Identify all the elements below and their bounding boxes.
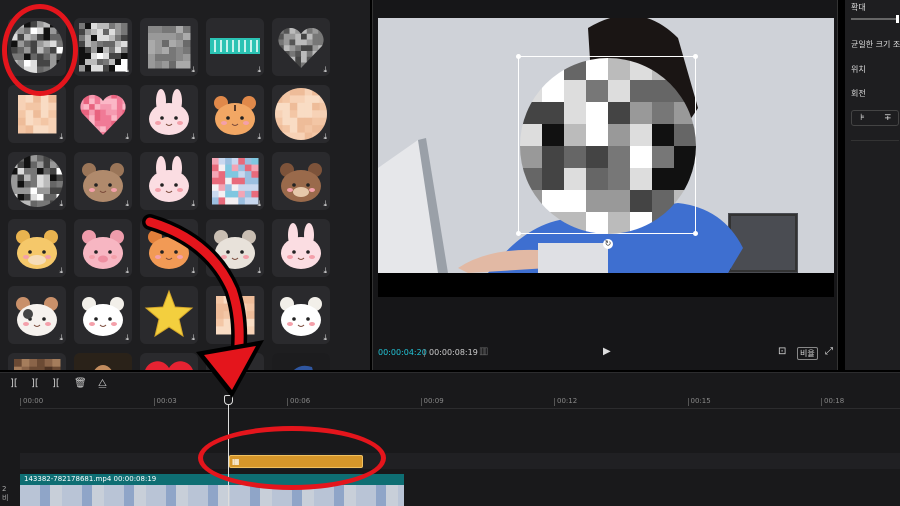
scale-slider-thumb[interactable]	[896, 15, 899, 23]
video-preview[interactable]: ↻	[378, 18, 834, 273]
annotation-circle-sticker	[2, 4, 78, 96]
player-controls: 00:00:04:20 | 00:00:08:19 ▥ ▶ ⊡ 비율 ⤢	[373, 340, 839, 364]
current-timecode: 00:00:04:20	[378, 348, 427, 357]
blank-sticker[interactable]	[206, 353, 264, 370]
properties-panel: 확대 균일한 크기 조 위치 회전 ⊧ ∓	[845, 0, 900, 370]
download-icon[interactable]: ⤓	[257, 133, 261, 141]
scale-label: 확대	[851, 3, 866, 12]
tiger-sticker[interactable]: ⤓	[206, 85, 264, 143]
download-icon[interactable]: ⤓	[191, 200, 195, 208]
download-icon[interactable]: ⤓	[191, 267, 195, 275]
trim-left-icon[interactable]: ][	[31, 378, 39, 389]
portrait-painting-sticker[interactable]	[74, 353, 132, 370]
align-left-icon[interactable]: ⊧	[860, 113, 865, 123]
video-clip-thumbnails	[20, 485, 404, 506]
timeline-tick: 00:09	[420, 397, 444, 406]
playhead-handle[interactable]	[224, 395, 233, 405]
grid-icon[interactable]: ▥	[479, 346, 488, 357]
skin-mosaic-circle-sticker[interactable]: ⤓	[272, 85, 330, 143]
split-icon[interactable]: ][	[10, 378, 18, 389]
download-icon[interactable]: ⤓	[125, 334, 129, 342]
timeline-toolbar: ][ ][ ][ 🗑 ⧋	[0, 373, 900, 395]
timeline-tick: 00:12	[553, 397, 578, 406]
selected-sticker-box[interactable]: ↻	[516, 54, 698, 249]
panel-divider	[851, 140, 899, 141]
download-icon[interactable]: ⤓	[59, 200, 63, 208]
align-center-icon[interactable]: ∓	[884, 113, 892, 123]
timeline-panel: ][ ][ ][ 🗑 ⧋ 00:00 00:03 00:06 00:09 00:12 00…	[0, 372, 900, 506]
download-icon[interactable]: ⤓	[191, 133, 195, 141]
rotate-handle-icon[interactable]: ↻	[603, 239, 613, 249]
align-buttons: ⊧ ∓	[851, 110, 899, 126]
timeline-ruler[interactable]: 00:00 00:03 00:06 00:09 00:12 00:15 00:18	[19, 397, 900, 409]
delete-icon[interactable]: 🗑	[74, 378, 87, 389]
download-icon[interactable]: ⤓	[59, 334, 63, 342]
download-icon[interactable]: ⤓	[323, 334, 327, 342]
preview-panel: ↻ 00:00:04:20 | 00:00:08:19 ▥ ▶ ⊡ 비율 ⤢	[372, 0, 838, 370]
download-icon[interactable]: ⤓	[323, 66, 327, 74]
cow-sticker[interactable]: ⤓	[8, 219, 66, 277]
download-icon[interactable]: ⤓	[125, 133, 129, 141]
download-icon[interactable]: ⤓	[191, 66, 195, 74]
mosaic-sticker-overlay	[520, 58, 696, 234]
colorful-mosaic-sticker[interactable]: ⤓	[206, 152, 264, 210]
bunny-3-sticker[interactable]: ⤓	[272, 219, 330, 277]
bunny-sticker[interactable]: ⤓	[140, 85, 198, 143]
calico-cat-sticker[interactable]: ⤓	[8, 286, 66, 344]
download-icon[interactable]: ⤓	[323, 267, 327, 275]
timeline-tick: 00:18	[820, 397, 845, 406]
red-heart-sticker[interactable]	[140, 353, 198, 370]
rotation-label: 회전	[851, 89, 866, 98]
position-label: 위치	[851, 65, 866, 74]
annotation-circle-clip	[198, 426, 386, 490]
uniform-scale-label: 균일한 크기 조	[851, 40, 900, 49]
timecode-separator: |	[423, 348, 426, 357]
play-icon[interactable]: ▶	[603, 346, 611, 357]
brown-mosaic-sticker[interactable]	[8, 353, 66, 370]
trim-right-icon[interactable]: ][	[52, 378, 60, 389]
download-icon[interactable]: ⤓	[257, 200, 261, 208]
brown-bear-sticker[interactable]: ⤓	[74, 152, 132, 210]
download-icon[interactable]: ⤓	[323, 133, 327, 141]
mosaic-gray-sticker[interactable]: ⤓	[140, 18, 198, 76]
teal-tape-sticker[interactable]: ⤓	[206, 18, 264, 76]
ratio-button[interactable]: 비율	[797, 347, 818, 360]
timeline-tick: 00:15	[687, 397, 711, 406]
orange-cat-sticker[interactable]: ⤓	[140, 219, 198, 277]
scale-slider[interactable]	[851, 15, 899, 23]
total-timecode: 00:00:08:19	[429, 348, 478, 357]
sheep-sticker[interactable]: ⤓	[74, 286, 132, 344]
download-icon[interactable]: ⤓	[257, 267, 261, 275]
download-icon[interactable]: ⤓	[323, 200, 327, 208]
gray-cat-sticker[interactable]: ⤓	[206, 219, 264, 277]
sticker-track	[20, 453, 900, 469]
mosaic-heart-sticker[interactable]: ⤓	[272, 18, 330, 76]
skin-square-2-sticker[interactable]	[206, 286, 264, 344]
mosaic-square-sticker[interactable]: ⤓	[74, 18, 132, 76]
download-icon[interactable]: ⤓	[59, 267, 63, 275]
star-sticker[interactable]: ⤓	[140, 286, 198, 344]
timeline-tick: 00:06	[286, 397, 311, 406]
pink-pig-sticker[interactable]: ⤓	[74, 219, 132, 277]
download-icon[interactable]: ⤓	[125, 200, 129, 208]
sheep-2-sticker[interactable]: ⤓	[272, 286, 330, 344]
mosaic-circle-2-sticker[interactable]: ⤓	[8, 152, 66, 210]
download-icon[interactable]: ⤓	[257, 66, 261, 74]
download-icon[interactable]: ⤓	[125, 267, 129, 275]
download-icon[interactable]: ⤓	[59, 133, 63, 141]
timeline-tick: 00:00	[19, 397, 44, 406]
fullscreen-frame-icon[interactable]: ⊡	[778, 346, 786, 357]
pink-heart-sticker[interactable]: ⤓	[74, 85, 132, 143]
download-icon[interactable]: ⤓	[191, 334, 195, 342]
bunny-2-sticker[interactable]: ⤓	[140, 152, 198, 210]
timeline-tick: 00:03	[153, 397, 177, 406]
download-icon[interactable]: ⤓	[125, 66, 129, 74]
bear-sticker[interactable]: ⤓	[272, 152, 330, 210]
letterbox-bar	[378, 273, 834, 297]
track-label: 2비	[2, 485, 9, 502]
mirror-icon[interactable]: ⧋	[98, 378, 107, 389]
pearl-earring-sticker[interactable]	[272, 353, 330, 370]
expand-icon[interactable]: ⤢	[825, 346, 833, 357]
video-clip-name: 143382-782178681.mp4 00:00:08:19	[24, 475, 157, 483]
